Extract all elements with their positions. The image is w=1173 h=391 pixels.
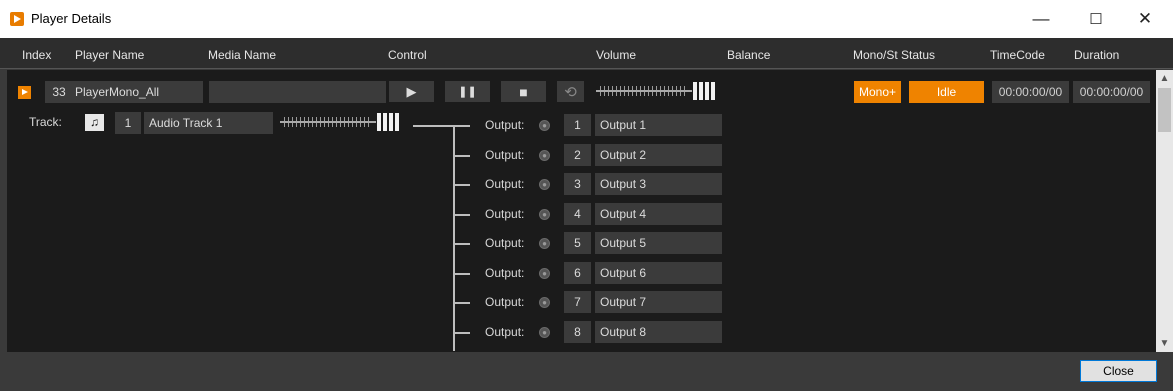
tree-branch: [453, 302, 470, 304]
output-label: Output:: [485, 177, 525, 191]
header-duration: Duration: [1074, 48, 1120, 62]
tree-branch: [453, 272, 470, 275]
close-button[interactable]: Close: [1080, 360, 1157, 382]
output-number: 4: [564, 202, 591, 225]
column-header: Index Player Name Media Name Control Vol…: [0, 38, 1173, 69]
track-volume-knob[interactable]: [377, 113, 401, 131]
output-name-field[interactable]: Output 6: [595, 261, 722, 284]
header-control: Control: [388, 48, 427, 62]
output-enable-icon[interactable]: ●: [539, 208, 550, 220]
header-player-name: Player Name: [75, 48, 145, 62]
output-number: 5: [564, 232, 591, 254]
output-label: Output:: [485, 147, 525, 162]
tree-branch: [453, 213, 470, 216]
scroll-thumb[interactable]: [1158, 88, 1171, 132]
track-icon: ♫: [85, 114, 104, 131]
tree-branch: [453, 184, 470, 186]
output-label: Output:: [485, 236, 525, 250]
pause-button[interactable]: ❚❚: [445, 81, 490, 102]
loop-button[interactable]: ⟲: [557, 81, 584, 102]
scroll-down-icon[interactable]: ▼: [1156, 335, 1173, 352]
header-balance: Balance: [727, 48, 771, 62]
volume-knob[interactable]: [693, 82, 717, 100]
mono-mode-button[interactable]: Mono+: [854, 81, 901, 103]
output-name-field[interactable]: Output 8: [595, 320, 722, 343]
footer: Close: [0, 352, 1173, 391]
player-icon: [18, 86, 31, 99]
output-enable-icon[interactable]: ●: [539, 120, 550, 131]
stop-icon: ■: [519, 83, 528, 100]
close-window-button[interactable]: ✕: [1122, 0, 1168, 38]
output-label: Output:: [485, 324, 525, 339]
track-number: 1: [115, 112, 141, 134]
header-mono-status: Mono/St Status: [853, 48, 936, 62]
output-enable-icon[interactable]: ●: [539, 297, 550, 308]
app-icon: [10, 12, 24, 26]
header-index: Index: [22, 48, 52, 62]
tree-branch: [453, 154, 470, 157]
header-volume: Volume: [596, 48, 637, 62]
output-enable-icon[interactable]: ●: [539, 238, 550, 249]
output-enable-icon[interactable]: ●: [539, 267, 550, 279]
output-label: Output:: [485, 265, 525, 280]
title-bar: Player Details — ☐ ✕: [0, 0, 1173, 38]
window-title: Player Details: [31, 11, 112, 26]
header-timecode: TimeCode: [990, 48, 1045, 62]
player-index: 33: [45, 81, 73, 103]
output-enable-icon[interactable]: ●: [539, 149, 550, 161]
output-label: Output:: [485, 118, 525, 132]
maximize-button[interactable]: ☐: [1073, 0, 1119, 38]
output-name-field[interactable]: Output 2: [595, 143, 722, 166]
vertical-scrollbar[interactable]: ▲ ▼: [1156, 70, 1173, 352]
output-name-field[interactable]: Output 5: [595, 232, 722, 254]
loop-icon: ⟲: [564, 83, 577, 101]
play-button[interactable]: ▶: [389, 81, 434, 102]
timecode-field: 00:00:00/00: [992, 81, 1069, 103]
scroll-up-icon[interactable]: ▲: [1156, 70, 1173, 87]
track-volume-slider[interactable]: [280, 111, 406, 133]
duration-field: 00:00:00/00: [1073, 81, 1150, 103]
output-number: 7: [564, 291, 591, 313]
play-icon: ▶: [406, 83, 417, 99]
output-number: 1: [564, 114, 591, 136]
tree-connector: [413, 125, 453, 127]
tree-branch: [453, 125, 470, 127]
output-label: Output:: [485, 295, 525, 309]
pause-icon: ❚❚: [458, 86, 477, 98]
tree-trunk: [453, 125, 455, 351]
minimize-button[interactable]: —: [1018, 0, 1064, 38]
tree-branch: [453, 243, 470, 245]
output-name-field[interactable]: Output 1: [595, 114, 722, 136]
output-name-field[interactable]: Output 7: [595, 291, 722, 313]
track-name-field[interactable]: Audio Track 1: [144, 112, 273, 134]
output-number: 2: [564, 143, 591, 166]
stop-button[interactable]: ■: [501, 81, 546, 102]
tree-branch: [453, 331, 470, 334]
player-volume-slider[interactable]: [596, 80, 722, 102]
track-label: Track:: [29, 115, 62, 129]
output-number: 6: [564, 261, 591, 284]
output-number: 3: [564, 173, 591, 195]
player-name-field[interactable]: PlayerMono_All: [70, 81, 203, 103]
status-badge: Idle: [909, 81, 984, 103]
output-number: 8: [564, 320, 591, 343]
output-enable-icon[interactable]: ●: [539, 179, 550, 190]
output-name-field[interactable]: Output 4: [595, 202, 722, 225]
output-name-field[interactable]: Output 3: [595, 173, 722, 195]
output-label: Output:: [485, 206, 525, 221]
media-name-field[interactable]: [209, 81, 386, 103]
player-list: 33 PlayerMono_All ▶ ❚❚ ■ ⟲ Mono+ Idle 00…: [7, 70, 1156, 352]
header-media-name: Media Name: [208, 48, 277, 62]
output-enable-icon[interactable]: ●: [539, 326, 550, 338]
